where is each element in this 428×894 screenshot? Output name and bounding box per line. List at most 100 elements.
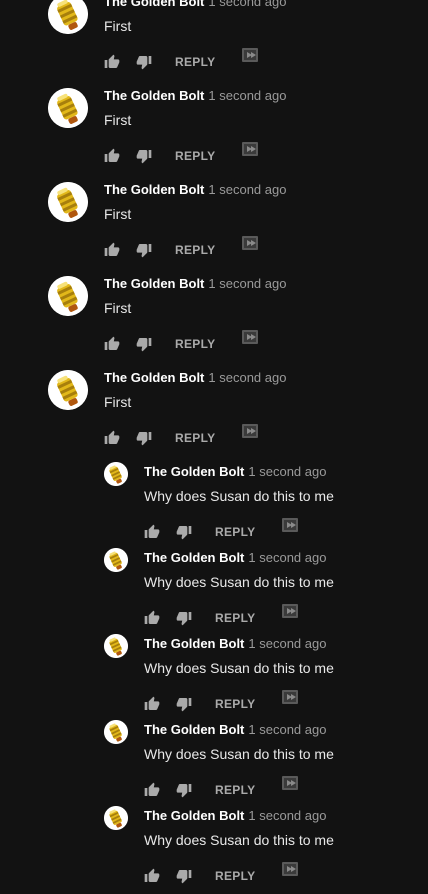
comment-header: The Golden Bolt 1 second ago bbox=[144, 464, 326, 480]
reply-button[interactable]: REPLY bbox=[175, 336, 215, 352]
author-name[interactable]: The Golden Bolt bbox=[104, 370, 204, 385]
thumbs-down-icon[interactable] bbox=[176, 610, 192, 626]
timestamp[interactable]: 1 second ago bbox=[248, 636, 326, 651]
timestamp[interactable]: 1 second ago bbox=[208, 0, 286, 9]
comment-header: The Golden Bolt 1 second ago bbox=[144, 550, 326, 566]
share-extension-icon[interactable] bbox=[281, 688, 299, 706]
comment-text: Why does Susan do this to me bbox=[144, 488, 334, 504]
avatar[interactable] bbox=[104, 806, 128, 830]
reply-button[interactable]: REPLY bbox=[175, 242, 215, 258]
share-extension-icon[interactable] bbox=[241, 140, 259, 158]
author-name[interactable]: The Golden Bolt bbox=[104, 276, 204, 291]
timestamp[interactable]: 1 second ago bbox=[248, 464, 326, 479]
timestamp[interactable]: 1 second ago bbox=[248, 550, 326, 565]
comment-text: First bbox=[104, 300, 132, 316]
thumbs-up-icon[interactable] bbox=[144, 696, 160, 712]
comment-header: The Golden Bolt 1 second ago bbox=[104, 370, 286, 386]
comment-header: The Golden Bolt 1 second ago bbox=[104, 88, 286, 104]
thumbs-up-icon[interactable] bbox=[144, 524, 160, 540]
comment-header: The Golden Bolt 1 second ago bbox=[144, 722, 326, 738]
share-extension-icon[interactable] bbox=[241, 422, 259, 440]
reply-comment: The Golden Bolt 1 second ago Why does Sus… bbox=[0, 634, 428, 722]
reply-button[interactable]: REPLY bbox=[175, 54, 215, 70]
avatar[interactable] bbox=[48, 182, 88, 222]
avatar[interactable] bbox=[104, 462, 128, 486]
author-name[interactable]: The Golden Bolt bbox=[144, 550, 244, 565]
author-name[interactable]: The Golden Bolt bbox=[144, 464, 244, 479]
share-extension-icon[interactable] bbox=[241, 234, 259, 252]
reply-comment: The Golden Bolt 1 second ago Why does Sus… bbox=[0, 462, 428, 550]
comment-text: First bbox=[104, 18, 132, 34]
thumbs-down-icon[interactable] bbox=[176, 782, 192, 798]
comment-text: First bbox=[104, 394, 132, 410]
comment-text: Why does Susan do this to me bbox=[144, 746, 334, 762]
reply-comment: The Golden Bolt 1 second ago Why does Sus… bbox=[0, 548, 428, 636]
thumbs-up-icon[interactable] bbox=[104, 242, 120, 258]
reply-button[interactable]: REPLY bbox=[215, 524, 255, 540]
timestamp[interactable]: 1 second ago bbox=[208, 370, 286, 385]
author-name[interactable]: The Golden Bolt bbox=[144, 722, 244, 737]
comment: The Golden Bolt 1 second ago First REPLY bbox=[0, 0, 428, 88]
reply-button[interactable]: REPLY bbox=[215, 868, 255, 884]
avatar[interactable] bbox=[48, 276, 88, 316]
thumbs-up-icon[interactable] bbox=[104, 54, 120, 70]
timestamp[interactable]: 1 second ago bbox=[248, 808, 326, 823]
comment-header: The Golden Bolt 1 second ago bbox=[104, 182, 286, 198]
timestamp[interactable]: 1 second ago bbox=[208, 276, 286, 291]
reply-button[interactable]: REPLY bbox=[175, 148, 215, 164]
comment-header: The Golden Bolt 1 second ago bbox=[104, 276, 286, 292]
author-name[interactable]: The Golden Bolt bbox=[144, 636, 244, 651]
thumbs-down-icon[interactable] bbox=[176, 524, 192, 540]
thumbs-up-icon[interactable] bbox=[104, 148, 120, 164]
author-name[interactable]: The Golden Bolt bbox=[104, 182, 204, 197]
author-name[interactable]: The Golden Bolt bbox=[104, 88, 204, 103]
thumbs-up-icon[interactable] bbox=[104, 336, 120, 352]
thumbs-up-icon[interactable] bbox=[104, 430, 120, 446]
avatar[interactable] bbox=[104, 548, 128, 572]
thumbs-down-icon[interactable] bbox=[136, 430, 152, 446]
thumbs-down-icon[interactable] bbox=[176, 696, 192, 712]
share-extension-icon[interactable] bbox=[281, 516, 299, 534]
avatar[interactable] bbox=[48, 370, 88, 410]
share-extension-icon[interactable] bbox=[241, 328, 259, 346]
reply-button[interactable]: REPLY bbox=[215, 610, 255, 626]
thumbs-down-icon[interactable] bbox=[136, 242, 152, 258]
timestamp[interactable]: 1 second ago bbox=[208, 182, 286, 197]
avatar[interactable] bbox=[48, 0, 88, 34]
comment-text: Why does Susan do this to me bbox=[144, 660, 334, 676]
comment-header: The Golden Bolt 1 second ago bbox=[144, 636, 326, 652]
share-extension-icon[interactable] bbox=[241, 46, 259, 64]
author-name[interactable]: The Golden Bolt bbox=[104, 0, 204, 9]
reply-button[interactable]: REPLY bbox=[175, 430, 215, 446]
share-extension-icon[interactable] bbox=[281, 860, 299, 878]
comment: The Golden Bolt 1 second ago First REPLY bbox=[0, 276, 428, 370]
thumbs-down-icon[interactable] bbox=[136, 336, 152, 352]
thumbs-up-icon[interactable] bbox=[144, 610, 160, 626]
author-name[interactable]: The Golden Bolt bbox=[144, 808, 244, 823]
avatar[interactable] bbox=[104, 720, 128, 744]
thumbs-down-icon[interactable] bbox=[136, 148, 152, 164]
avatar[interactable] bbox=[104, 634, 128, 658]
reply-button[interactable]: REPLY bbox=[215, 782, 255, 798]
reply-button[interactable]: REPLY bbox=[215, 696, 255, 712]
avatar[interactable] bbox=[48, 88, 88, 128]
thumbs-down-icon[interactable] bbox=[136, 54, 152, 70]
comment-thread: The Golden Bolt 1 second ago First REPLY … bbox=[0, 0, 428, 894]
share-extension-icon[interactable] bbox=[281, 602, 299, 620]
comment-text: First bbox=[104, 206, 132, 222]
comment: The Golden Bolt 1 second ago First REPLY bbox=[0, 88, 428, 182]
comment-header: The Golden Bolt 1 second ago bbox=[144, 808, 326, 824]
reply-comment: The Golden Bolt 1 second ago Why does Sus… bbox=[0, 720, 428, 808]
thumbs-up-icon[interactable] bbox=[144, 782, 160, 798]
comment-text: First bbox=[104, 112, 132, 128]
comment-text: Why does Susan do this to me bbox=[144, 832, 334, 848]
reply-comment: The Golden Bolt 1 second ago Why does Sus… bbox=[0, 806, 428, 894]
timestamp[interactable]: 1 second ago bbox=[248, 722, 326, 737]
timestamp[interactable]: 1 second ago bbox=[208, 88, 286, 103]
share-extension-icon[interactable] bbox=[281, 774, 299, 792]
comment-header: The Golden Bolt 1 second ago bbox=[104, 0, 286, 10]
comment: The Golden Bolt 1 second ago First REPLY bbox=[0, 370, 428, 464]
comment: The Golden Bolt 1 second ago First REPLY bbox=[0, 182, 428, 276]
thumbs-down-icon[interactable] bbox=[176, 868, 192, 884]
thumbs-up-icon[interactable] bbox=[144, 868, 160, 884]
